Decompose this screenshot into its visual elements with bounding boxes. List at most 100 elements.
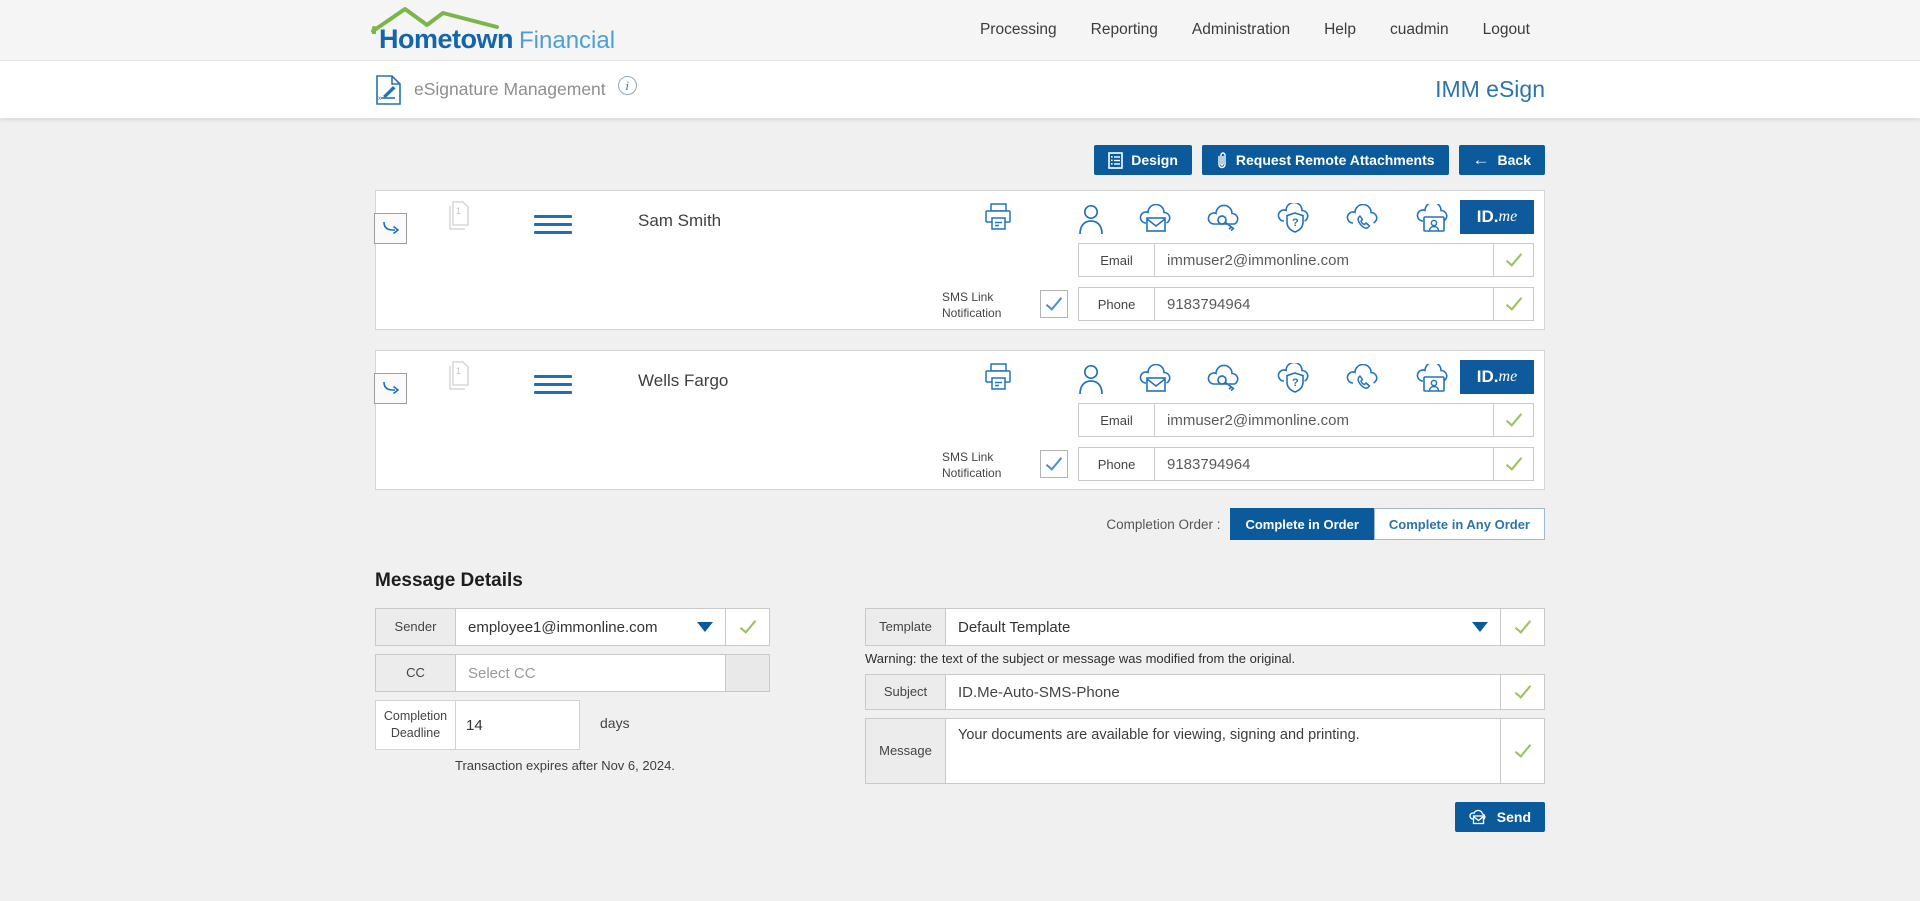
- cloud-access-code-icon[interactable]: [1207, 204, 1243, 234]
- phone-valid-indicator: [1493, 288, 1533, 320]
- dropdown-caret-icon[interactable]: [697, 622, 713, 632]
- recipient-card-sam-smith: 1 Sam Smith: [375, 190, 1545, 330]
- email-valid-indicator: [1493, 404, 1533, 436]
- email-label: Email: [1079, 244, 1155, 276]
- phone-field-row: Phone: [1078, 287, 1534, 321]
- authentication-options: ?: [1078, 200, 1452, 238]
- email-field-row: Email: [1078, 243, 1534, 277]
- nav-item-logout[interactable]: Logout: [1483, 21, 1530, 39]
- cloud-sms-phone-icon[interactable]: [1346, 364, 1382, 394]
- sender-field-row: Sender employee1@immonline.com: [375, 608, 770, 646]
- back-button[interactable]: ← Back: [1459, 145, 1545, 175]
- row-menu-icon[interactable]: [534, 375, 572, 399]
- green-check-icon: [1505, 409, 1521, 426]
- print-icon[interactable]: [982, 362, 1014, 392]
- email-input[interactable]: [1155, 404, 1493, 436]
- recipient-card-wells-fargo: 1 Wells Fargo: [375, 350, 1545, 490]
- branch-arrow-icon: [381, 221, 401, 237]
- cloud-email-icon[interactable]: [1138, 204, 1174, 234]
- product-name: IMM eSign: [1435, 76, 1545, 103]
- sms-link-notification-checkbox[interactable]: [1040, 450, 1068, 478]
- send-envelope-icon: [1469, 809, 1489, 825]
- phone-input[interactable]: [1155, 288, 1493, 320]
- svg-text:?: ?: [1292, 377, 1299, 389]
- complete-in-any-order-button[interactable]: Complete in Any Order: [1374, 508, 1545, 540]
- sender-selected-value: employee1@immonline.com: [468, 619, 657, 636]
- message-textarea[interactable]: Your documents are available for viewing…: [946, 719, 1500, 783]
- cloud-photo-id-icon[interactable]: [1416, 204, 1452, 234]
- sms-link-notification-checkbox[interactable]: [1040, 290, 1068, 318]
- cc-input[interactable]: [468, 665, 713, 682]
- info-icon[interactable]: i: [618, 76, 637, 95]
- cloud-sms-phone-icon[interactable]: [1346, 204, 1382, 234]
- reorder-handle[interactable]: [374, 373, 407, 404]
- nav-item-processing[interactable]: Processing: [980, 21, 1057, 39]
- reorder-handle[interactable]: [374, 213, 407, 244]
- recipient-name: Sam Smith: [638, 211, 721, 231]
- nav-item-administration[interactable]: Administration: [1192, 21, 1290, 39]
- cloud-access-code-icon[interactable]: [1207, 364, 1243, 394]
- sender-dropdown[interactable]: employee1@immonline.com: [456, 609, 725, 645]
- in-person-signer-icon[interactable]: [1078, 363, 1104, 395]
- cloud-security-question-icon[interactable]: ?: [1277, 203, 1313, 235]
- nav-item-help[interactable]: Help: [1324, 21, 1356, 39]
- phone-label: Phone: [1079, 448, 1155, 480]
- print-icon[interactable]: [982, 202, 1014, 232]
- green-check-icon: [1505, 249, 1521, 266]
- row-menu-icon[interactable]: [534, 215, 572, 239]
- email-valid-indicator: [1493, 244, 1533, 276]
- svg-text:x: x: [378, 96, 381, 102]
- document-count-icon[interactable]: 1: [446, 361, 470, 391]
- phone-input[interactable]: [1155, 448, 1493, 480]
- design-document-icon: [1108, 152, 1123, 169]
- completion-deadline-input[interactable]: [456, 701, 551, 749]
- request-remote-attachments-button[interactable]: Request Remote Attachments: [1202, 145, 1449, 175]
- template-valid-indicator: [1500, 609, 1544, 645]
- send-button[interactable]: Send: [1455, 802, 1545, 832]
- nav-item-reporting[interactable]: Reporting: [1091, 21, 1158, 39]
- email-label: Email: [1079, 404, 1155, 436]
- in-person-signer-icon[interactable]: [1078, 203, 1104, 235]
- branch-arrow-icon: [381, 381, 401, 397]
- phone-label: Phone: [1079, 288, 1155, 320]
- completion-deadline-label: Completion Deadline: [376, 701, 456, 749]
- cloud-email-icon[interactable]: [1138, 364, 1174, 394]
- template-label: Template: [866, 609, 946, 645]
- idme-label-italic: me: [1499, 208, 1518, 226]
- expiration-note: Transaction expires after Nov 6, 2024.: [455, 758, 770, 773]
- document-count-icon[interactable]: 1: [446, 201, 470, 231]
- phone-valid-indicator: [1493, 448, 1533, 480]
- message-details-heading: Message Details: [375, 570, 1545, 592]
- email-input[interactable]: [1155, 244, 1493, 276]
- message-field-row: Message Your documents are available for…: [865, 718, 1545, 784]
- template-field-row: Template Default Template: [865, 608, 1545, 646]
- idme-button[interactable]: ID.me: [1460, 200, 1534, 234]
- send-button-label: Send: [1497, 809, 1531, 825]
- title-bar: x eSignature Management i IMM eSign: [0, 61, 1920, 118]
- green-check-icon: [1514, 616, 1530, 633]
- idme-label-bold: ID.: [1477, 367, 1499, 387]
- blue-check-icon: [1046, 453, 1062, 470]
- back-button-label: Back: [1498, 152, 1531, 168]
- completion-deadline-row: Completion Deadline: [375, 700, 580, 750]
- nav-item-cuadmin[interactable]: cuadmin: [1390, 21, 1449, 39]
- subject-input[interactable]: [958, 684, 1488, 701]
- dropdown-caret-icon[interactable]: [1472, 622, 1488, 632]
- idme-button[interactable]: ID.me: [1460, 360, 1534, 394]
- request-remote-attachments-label: Request Remote Attachments: [1236, 152, 1435, 168]
- idme-label-italic: me: [1499, 368, 1518, 386]
- subject-valid-indicator: [1500, 675, 1544, 709]
- sms-link-notification-label: SMS Link Notification: [942, 449, 1028, 481]
- template-dropdown[interactable]: Default Template: [946, 609, 1500, 645]
- paperclip-icon: [1216, 151, 1228, 170]
- design-button[interactable]: Design: [1094, 145, 1192, 175]
- esignature-document-icon: x: [375, 74, 402, 106]
- cloud-photo-id-icon[interactable]: [1416, 364, 1452, 394]
- hometown-financial-logo[interactable]: HometownFinancial: [375, 0, 665, 61]
- cc-field-row: CC: [375, 654, 770, 692]
- cloud-security-question-icon[interactable]: ?: [1277, 363, 1313, 395]
- subject-label: Subject: [866, 675, 946, 709]
- complete-in-order-button[interactable]: Complete in Order: [1230, 508, 1373, 540]
- message-label: Message: [866, 719, 946, 783]
- authentication-options: ?: [1078, 360, 1452, 398]
